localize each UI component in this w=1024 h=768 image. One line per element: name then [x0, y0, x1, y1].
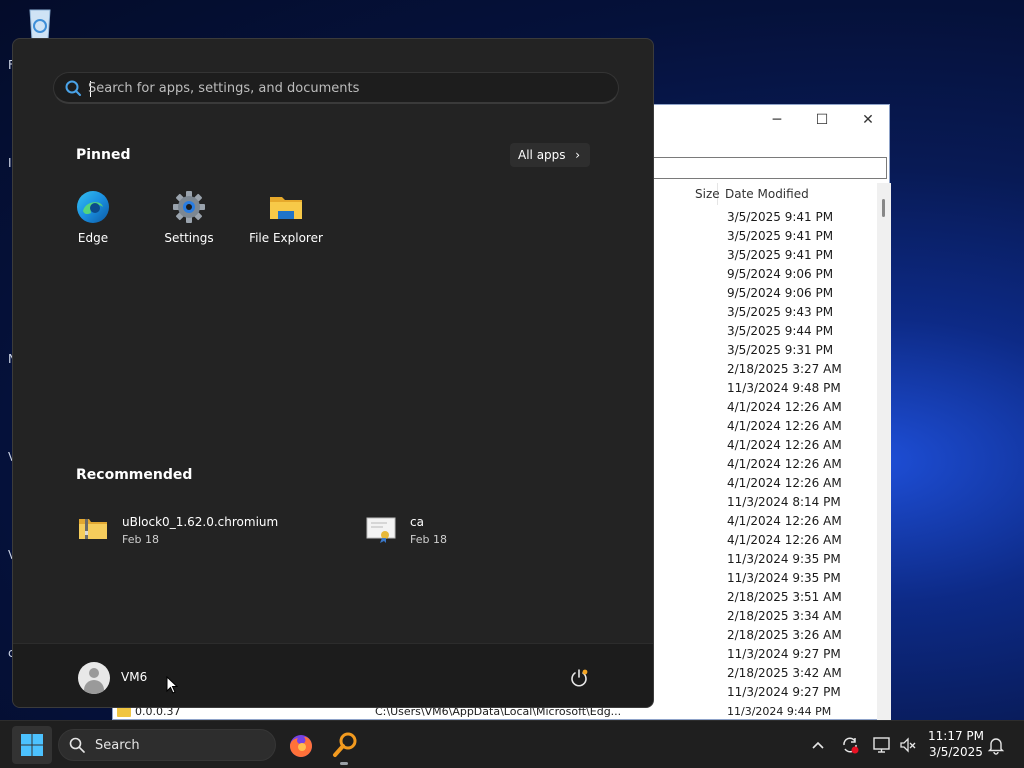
folder-icon: [117, 707, 131, 717]
certificate-icon: [365, 513, 397, 545]
network-tray-button[interactable]: [872, 735, 892, 755]
volume-tray-button[interactable]: [898, 735, 918, 755]
taskbar-search-label: Search: [95, 738, 140, 753]
date-modified-cell: 4/1/2024 12:26 AM: [727, 533, 842, 547]
date-modified-cell: 9/5/2024 9:06 PM: [727, 286, 834, 300]
date-modified-cell: 2/18/2025 3:51 AM: [727, 590, 842, 604]
zip-folder-icon: [77, 513, 109, 545]
settings-gear-icon: [171, 189, 207, 225]
date-modified-cell: 3/5/2025 9:44 PM: [727, 324, 834, 338]
recycle-bin-icon[interactable]: [20, 6, 60, 42]
date-modified-cell: 4/1/2024 12:26 AM: [727, 438, 842, 452]
pinned-app-label: Settings: [164, 231, 214, 245]
date-modified-cell: 4/1/2024 12:26 AM: [727, 476, 842, 490]
pinned-app-settings[interactable]: Settings: [144, 189, 234, 245]
mouse-cursor-icon: [166, 676, 178, 694]
date-modified-cell: 2/18/2025 3:26 AM: [727, 628, 842, 642]
start-menu-footer: VM6: [13, 643, 653, 707]
network-icon: [873, 737, 890, 753]
minimize-button[interactable]: ─: [767, 111, 787, 129]
search-icon: [69, 737, 85, 753]
bell-icon: [987, 738, 1005, 755]
windows-logo-icon: [21, 734, 43, 756]
search-icon: [65, 80, 81, 96]
taskbar-clock[interactable]: 11:17 PM 3/5/2025: [922, 728, 990, 760]
show-hidden-icons-button[interactable]: [808, 735, 828, 755]
pinned-app-edge[interactable]: Edge: [48, 189, 138, 245]
firefox-icon: [290, 735, 312, 757]
date-modified-cell: 9/5/2024 9:06 PM: [727, 267, 834, 281]
recommended-item[interactable]: ca Feb 18: [365, 513, 515, 549]
date-modified-column: 3/5/2025 9:41 PM 3/5/2025 9:41 PM 3/5/2025…: [727, 208, 867, 702]
date-modified-cell: 3/5/2025 9:31 PM: [727, 343, 834, 357]
date-modified-cell: 11/3/2024 9:35 PM: [727, 571, 841, 585]
avatar-head: [89, 668, 99, 678]
pinned-app-label: File Explorer: [249, 231, 323, 245]
folder-icon: [268, 189, 304, 225]
firefox-taskbar-button[interactable]: [285, 729, 317, 761]
start-menu[interactable]: Pinned All apps › Edge: [12, 38, 654, 708]
magnifier-app-taskbar-button[interactable]: [329, 729, 361, 761]
taskbar-search[interactable]: Search: [58, 729, 276, 761]
date-modified-cell: 4/1/2024 12:26 AM: [727, 457, 842, 471]
power-icon: [571, 669, 588, 687]
date-modified-cell: 2/18/2025 3:42 AM: [727, 666, 842, 680]
start-search-input[interactable]: [88, 77, 588, 99]
date-modified-cell: 11/3/2024 9:48 PM: [727, 381, 841, 395]
sync-status-tray-button[interactable]: [840, 735, 860, 755]
magnifier-tool-icon: [333, 732, 357, 757]
notifications-button[interactable]: [986, 735, 1006, 755]
clock-time: 11:17 PM: [928, 729, 984, 743]
start-search-box[interactable]: [53, 72, 619, 104]
recommended-item-date: Feb 18: [410, 533, 447, 546]
chevron-right-icon: ›: [575, 148, 580, 162]
date-modified-cell: 3/5/2025 9:41 PM: [727, 229, 834, 243]
edge-icon: [75, 189, 111, 225]
address-bar[interactable]: [653, 157, 887, 179]
date-modified-cell: 2/18/2025 3:27 AM: [727, 362, 842, 376]
user-avatar[interactable]: [78, 662, 110, 694]
maximize-button[interactable]: ☐: [812, 111, 832, 129]
column-header-date-modified[interactable]: Date Modified: [725, 187, 809, 201]
close-button[interactable]: ✕: [858, 111, 878, 129]
start-button[interactable]: [12, 726, 52, 764]
pinned-app-file-explorer[interactable]: File Explorer: [241, 189, 331, 245]
file-date: 11/3/2024 9:44 PM: [727, 705, 832, 718]
date-modified-cell: 3/5/2025 9:43 PM: [727, 305, 834, 319]
date-modified-cell: 11/3/2024 9:27 PM: [727, 647, 841, 661]
chevron-up-icon: [812, 741, 824, 749]
user-name[interactable]: VM6: [121, 670, 147, 684]
scrollbar-thumb[interactable]: [882, 199, 885, 217]
recommended-item[interactable]: uBlock0_1.62.0.chromium Feb 18: [77, 513, 327, 549]
running-app-indicator: [340, 762, 348, 765]
date-modified-cell: 4/1/2024 12:26 AM: [727, 400, 842, 414]
vertical-scrollbar[interactable]: [877, 183, 891, 721]
date-modified-cell: 11/3/2024 9:35 PM: [727, 552, 841, 566]
recommended-item-date: Feb 18: [122, 533, 159, 546]
date-modified-cell: 4/1/2024 12:26 AM: [727, 419, 842, 433]
recommended-item-name: uBlock0_1.62.0.chromium: [122, 515, 279, 529]
all-apps-button[interactable]: All apps ›: [510, 143, 590, 167]
recommended-title: Recommended: [76, 467, 193, 483]
recommended-item-name: ca: [410, 515, 424, 529]
date-modified-cell: 2/18/2025 3:34 AM: [727, 609, 842, 623]
taskbar: Search 11:17 PM 3/5/2025: [0, 720, 1024, 768]
desktop-label-fragment: I: [8, 156, 12, 170]
date-modified-cell: 4/1/2024 12:26 AM: [727, 514, 842, 528]
date-modified-cell: 11/3/2024 8:14 PM: [727, 495, 841, 509]
column-header-size[interactable]: Size: [695, 187, 720, 201]
power-button[interactable]: [569, 668, 589, 688]
sync-icon: [843, 737, 859, 754]
date-modified-cell: 11/3/2024 9:27 PM: [727, 685, 841, 699]
date-modified-cell: 3/5/2025 9:41 PM: [727, 210, 834, 224]
pinned-app-label: Edge: [77, 231, 109, 245]
volume-muted-icon: [900, 737, 916, 753]
all-apps-label: All apps: [518, 148, 566, 162]
clock-date: 3/5/2025: [929, 745, 983, 759]
pinned-title: Pinned: [76, 147, 131, 163]
date-modified-cell: 3/5/2025 9:41 PM: [727, 248, 834, 262]
avatar-body: [84, 680, 104, 694]
